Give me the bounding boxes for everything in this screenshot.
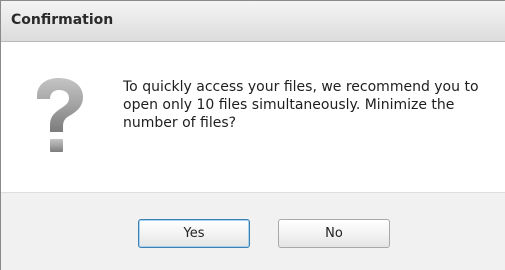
dialog-titlebar[interactable]: Confirmation xyxy=(1,1,505,42)
dialog-message: To quickly access your files, we recomme… xyxy=(123,79,479,131)
dialog-footer: Yes No xyxy=(1,192,505,270)
dialog-body: To quickly access your files, we recomme… xyxy=(1,42,505,192)
confirmation-dialog: Confirmation To quickly access your file… xyxy=(0,0,505,270)
yes-button[interactable]: Yes xyxy=(138,219,250,248)
dialog-title: Confirmation xyxy=(11,12,114,28)
question-mark-icon xyxy=(37,78,83,152)
no-button[interactable]: No xyxy=(278,219,390,248)
